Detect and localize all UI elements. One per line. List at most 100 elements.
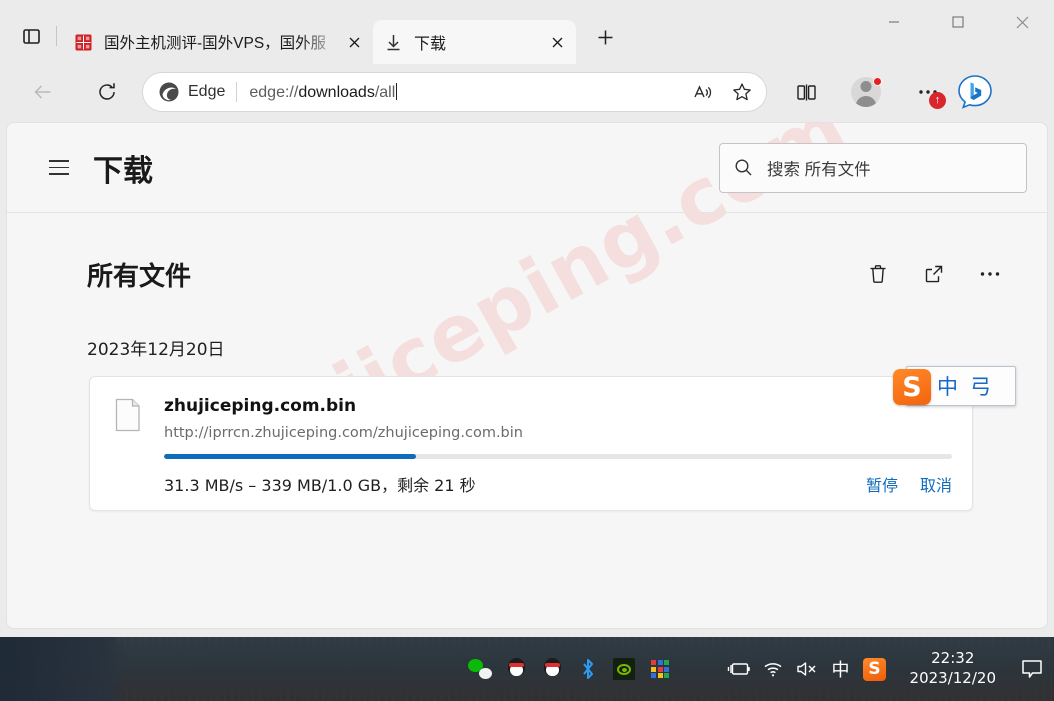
update-available-badge: ↑: [929, 92, 946, 109]
text-caret: [396, 82, 398, 100]
pause-download-link[interactable]: 暂停: [866, 472, 898, 496]
edge-logo-icon: [157, 80, 181, 104]
taskbar-app-nvidia[interactable]: [606, 637, 642, 701]
tab-title: 下载: [414, 36, 447, 53]
more-actions-button[interactable]: [971, 255, 1009, 293]
avatar-body: [855, 96, 877, 107]
download-status-text: 31.3 MB/s – 339 MB/1.0 GB，剩余 21 秒: [164, 476, 476, 495]
profile-button[interactable]: [847, 73, 885, 111]
url-prefix: edge://: [249, 83, 299, 101]
read-aloud-button[interactable]: [686, 76, 718, 108]
minimize-icon: [889, 21, 899, 23]
ime-language-mode[interactable]: 中: [937, 371, 958, 401]
add-favorite-button[interactable]: [726, 76, 758, 108]
search-input[interactable]: 搜索 所有文件: [719, 142, 1027, 193]
ellipsis-icon: [980, 272, 1000, 276]
tab-actions-menu-button[interactable]: [14, 19, 48, 53]
back-arrow-icon: [34, 85, 51, 99]
close-window-button[interactable]: [990, 0, 1054, 44]
taskbar-clock[interactable]: 22:32 2023/12/20: [892, 649, 1010, 689]
volume-muted-icon[interactable]: [790, 637, 824, 701]
section-header: 所有文件: [39, 255, 1015, 293]
download-footer: 31.3 MB/s – 339 MB/1.0 GB，剩余 21 秒 暂停 取消: [164, 472, 952, 496]
notification-center-button[interactable]: [1010, 637, 1054, 701]
edge-browser-window: 国外主机测评-国外VPS，国外服 下载 Edge edge://download…: [0, 0, 1054, 637]
system-tray: 中 S 22:32 2023/12/20: [722, 637, 1054, 701]
refresh-button[interactable]: [88, 73, 126, 111]
download-actions: 暂停 取消: [866, 472, 952, 496]
close-icon: [349, 37, 359, 47]
hamburger-menu-icon[interactable]: [39, 148, 79, 188]
downloads-page-header: 下载 搜索 所有文件: [7, 123, 1047, 213]
minimize-button[interactable]: [862, 0, 926, 44]
taskbar-app-qq-1[interactable]: [498, 637, 534, 701]
speaker-mute-icon: [796, 662, 816, 676]
qq-penguin-icon: [507, 657, 526, 681]
profile-alert-badge: [873, 77, 882, 86]
color-grid-icon: [651, 660, 669, 678]
nvidia-icon: [613, 658, 635, 680]
maximize-button[interactable]: [926, 0, 990, 44]
open-external-icon: [925, 265, 943, 283]
cancel-download-link[interactable]: 取消: [920, 472, 952, 496]
copilot-button[interactable]: [953, 70, 997, 114]
read-aloud-icon: [693, 84, 711, 98]
download-arrow-icon: [384, 33, 403, 52]
window-controls: [862, 0, 1054, 64]
delete-all-button[interactable]: [859, 255, 897, 293]
download-filename: zhujiceping.com.bin: [164, 396, 357, 416]
ime-chinese-indicator[interactable]: 中: [824, 637, 858, 701]
sogou-logo-icon[interactable]: S: [893, 369, 931, 405]
tab-strip-divider: [56, 26, 57, 46]
clock-time: 22:32: [931, 649, 975, 668]
file-document-icon: [110, 396, 146, 496]
omnibox-brand-label: Edge: [188, 83, 226, 100]
url-suffix: /all: [374, 83, 396, 101]
tab-actions-icon: [22, 28, 40, 44]
download-item[interactable]: zhujiceping.com.bin http://iprrcn.zhujic…: [89, 376, 973, 511]
maximize-icon: [952, 16, 964, 28]
trash-icon: [870, 265, 886, 283]
sogou-logo-icon: S: [863, 657, 887, 681]
tab-close-button[interactable]: [544, 29, 570, 55]
wifi-icon[interactable]: [756, 637, 790, 701]
ime-keyboard-icon[interactable]: 弓: [970, 371, 991, 401]
plus-icon: [598, 30, 612, 44]
tab-title: 国外主机测评-国外VPS，国外服: [104, 35, 327, 52]
battery-icon[interactable]: [722, 637, 756, 701]
browser-tab-1[interactable]: 国外主机测评-国外VPS，国外服: [63, 20, 373, 64]
taskbar-app-colorgrid[interactable]: [642, 637, 678, 701]
search-icon: [734, 158, 753, 177]
refresh-icon: [99, 83, 115, 100]
download-progress-bar: [164, 454, 952, 459]
clock-date: 2023/12/20: [909, 669, 996, 687]
close-icon: [1016, 16, 1028, 28]
avatar-head: [860, 81, 872, 92]
download-progress-fill: [164, 454, 417, 459]
omnibox-separator: [236, 82, 238, 102]
tab-close-button[interactable]: [341, 29, 367, 55]
open-downloads-folder-button[interactable]: [915, 255, 953, 293]
sogou-tray-icon[interactable]: S: [858, 637, 892, 701]
red-seal-favicon: [74, 33, 93, 52]
qq-penguin-icon: [543, 657, 562, 681]
sogou-ime-floating-bar[interactable]: S 中 弓: [893, 366, 1016, 406]
taskbar-app-bluetooth[interactable]: [570, 637, 606, 701]
battery-charging-icon: [727, 663, 750, 675]
browser-more-button[interactable]: ↑: [909, 73, 947, 111]
address-bar[interactable]: Edge edge://downloads/all: [142, 72, 767, 112]
taskbar-app-wechat[interactable]: [462, 637, 498, 701]
split-screen-icon: [796, 84, 816, 100]
wechat-icon: [468, 659, 492, 679]
taskbar-app-qq-2[interactable]: [534, 637, 570, 701]
back-button[interactable]: [24, 73, 62, 111]
download-item-body: zhujiceping.com.bin http://iprrcn.zhujic…: [146, 396, 952, 496]
new-tab-button[interactable]: [586, 18, 624, 56]
section-actions: [859, 255, 1009, 293]
tab-strip: 国外主机测评-国外VPS，国外服 下载: [0, 0, 1054, 64]
close-icon: [552, 37, 562, 47]
date-group-label: 2023年12月20日: [87, 340, 225, 360]
split-screen-button[interactable]: [787, 73, 825, 111]
browser-tab-2[interactable]: 下载: [373, 20, 576, 64]
notification-bubble-icon: [1022, 660, 1042, 678]
